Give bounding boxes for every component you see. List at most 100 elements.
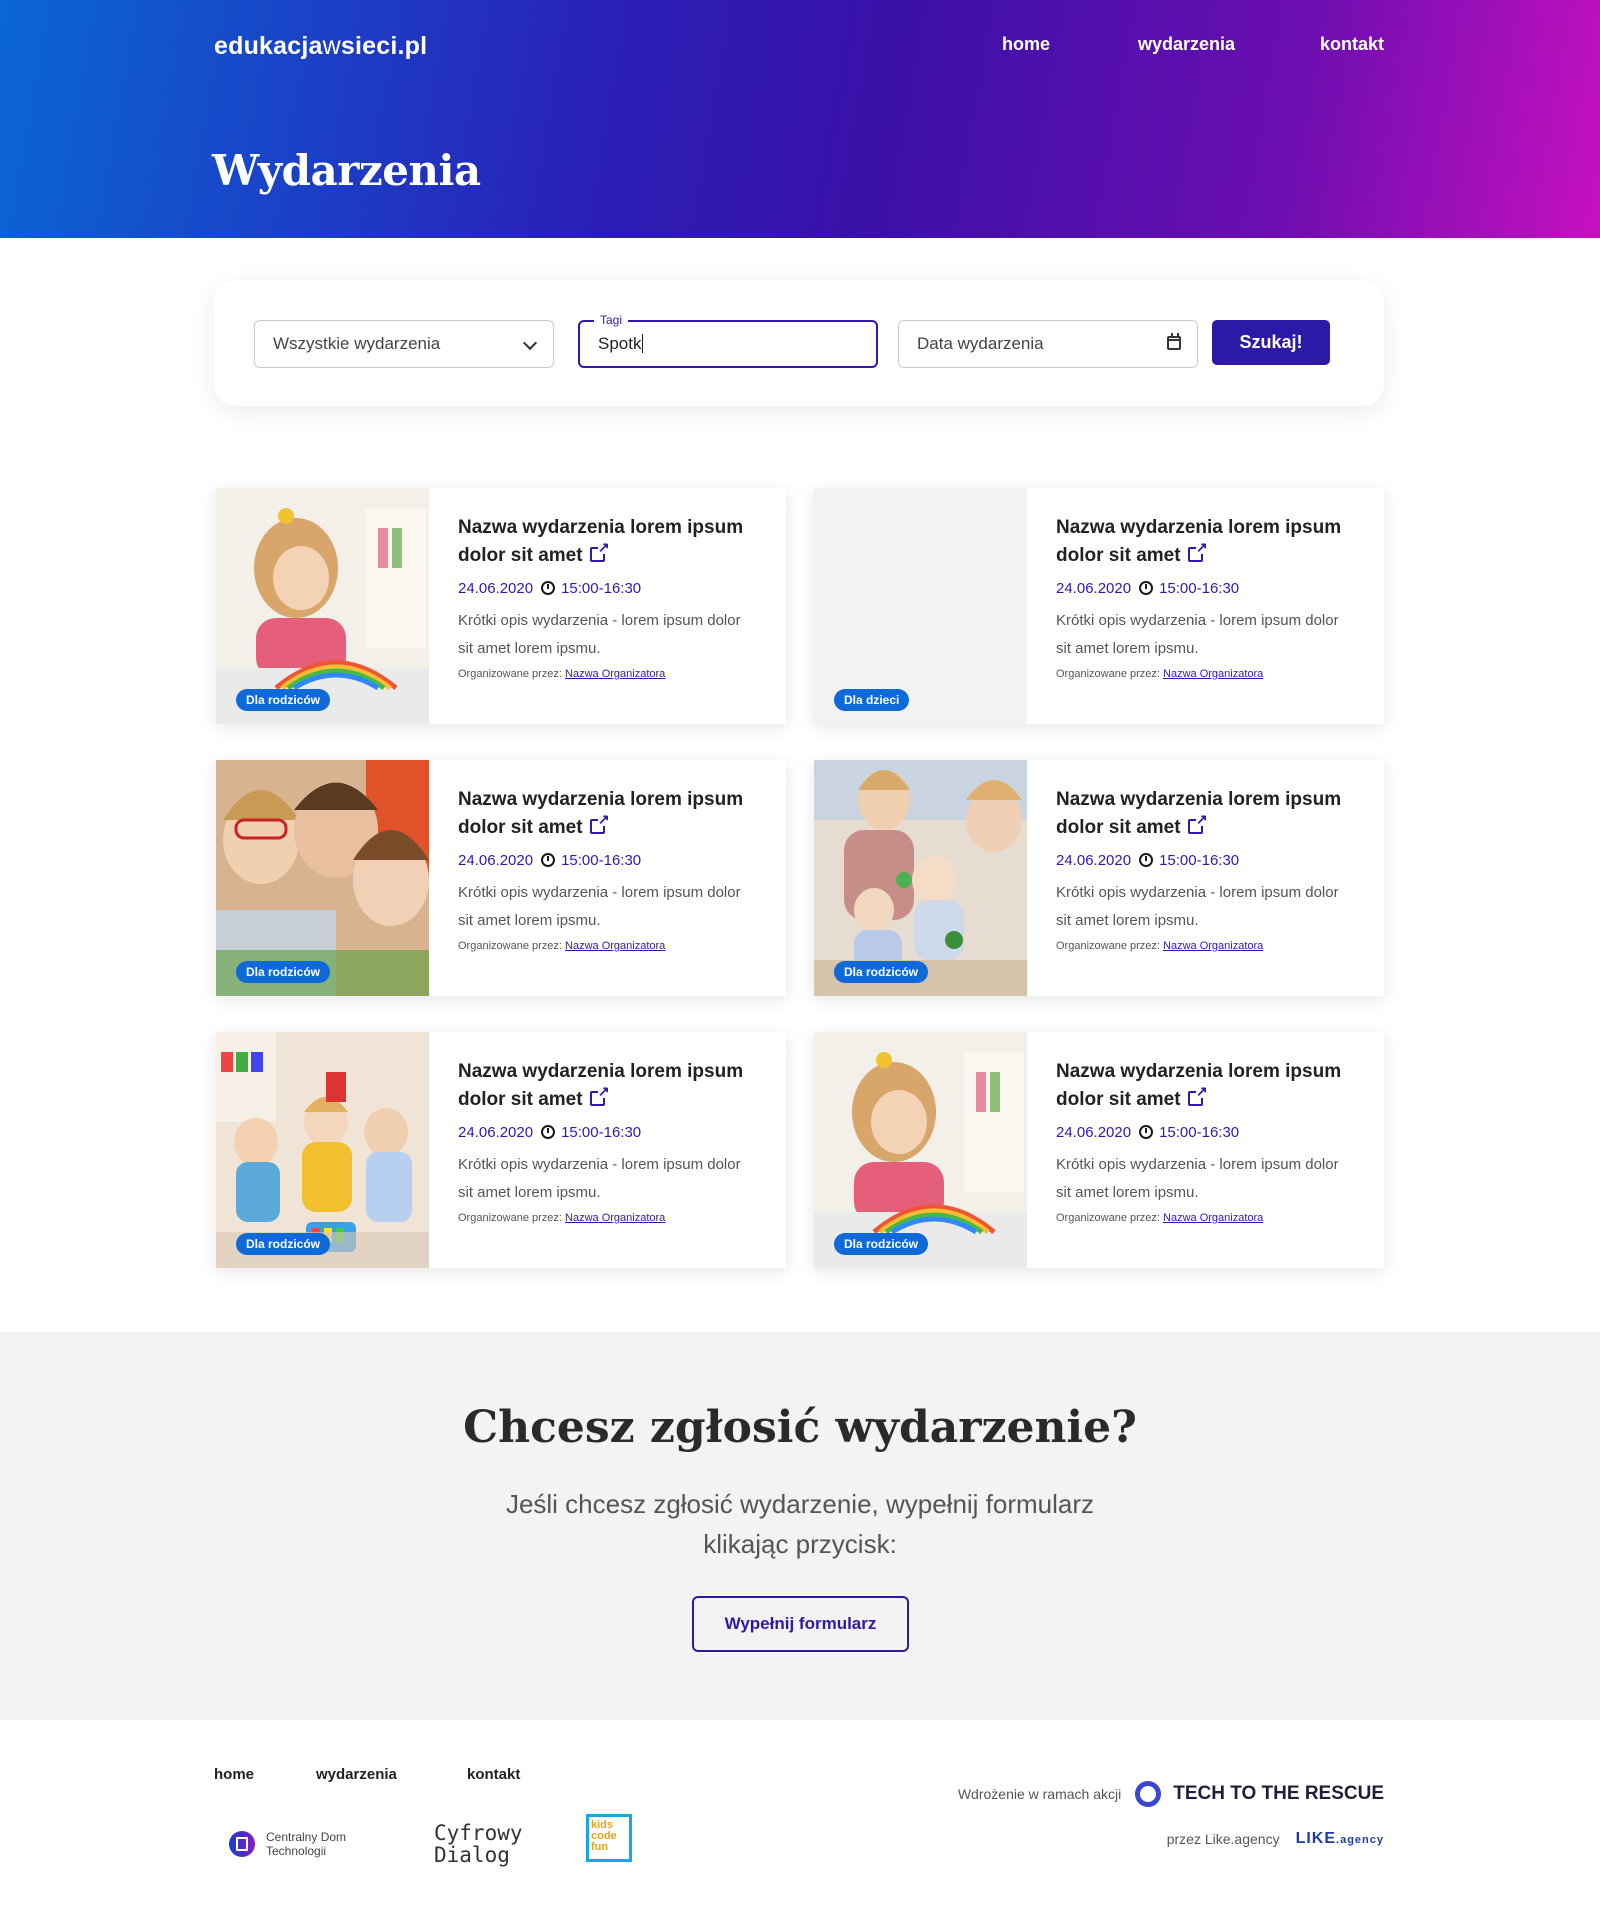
event-time: 15:00-16:30: [1159, 580, 1240, 597]
event-card[interactable]: Dla rodziców Nazwa wydarzenia lorem ipsu…: [216, 1032, 786, 1268]
tags-input-value: Spotk: [598, 334, 642, 353]
site-logo[interactable]: edukacjawsieci.pl: [214, 32, 427, 61]
organizer-label: Organizowane przez:: [458, 1212, 562, 1224]
lifebuoy-icon: [1135, 1781, 1162, 1807]
event-date: 24.06.2020: [1056, 1124, 1132, 1141]
event-time: 15:00-16:30: [1159, 1124, 1240, 1141]
event-image[interactable]: Dla rodziców: [814, 1032, 1027, 1268]
audience-badge: Dla rodziców: [236, 961, 331, 983]
event-image[interactable]: Dla dzieci: [814, 488, 1027, 724]
by-text: przez Like.agency: [1166, 1831, 1280, 1847]
organizer-link[interactable]: Nazwa Organizatora: [1163, 940, 1263, 952]
event-body: Nazwa wydarzenia lorem ipsum dolor sit a…: [1056, 1058, 1356, 1224]
audience-badge: Dla rodziców: [236, 689, 331, 711]
date-input[interactable]: Data wydarzenia: [898, 320, 1198, 368]
action-text: Wdrożenie w ramach akcji: [957, 1786, 1122, 1802]
event-body: Nazwa wydarzenia lorem ipsum dolor sit a…: [1056, 786, 1356, 952]
event-image[interactable]: Dla rodziców: [216, 1032, 429, 1268]
event-date: 24.06.2020: [458, 1124, 534, 1141]
event-description: Krótki opis wydarzenia - lorem ipsum dol…: [458, 612, 741, 657]
organizer-label: Organizowane przez:: [458, 940, 562, 952]
nav-home[interactable]: home: [1002, 34, 1050, 55]
event-image[interactable]: Dla rodziców: [216, 760, 429, 996]
event-image[interactable]: Dla rodziców: [814, 760, 1027, 996]
event-datetime: 24.06.2020 15:00-16:30: [1056, 580, 1356, 597]
date-placeholder: Data wydarzenia: [917, 334, 1044, 353]
external-link-icon[interactable]: [589, 1084, 610, 1106]
chevron-down-icon: [522, 335, 538, 351]
event-title[interactable]: Nazwa wydarzenia lorem ipsum dolor sit a…: [458, 514, 758, 570]
organizer-link[interactable]: Nazwa Organizatora: [565, 940, 665, 952]
event-title[interactable]: Nazwa wydarzenia lorem ipsum dolor sit a…: [458, 786, 758, 842]
audience-badge: Dla rodziców: [834, 961, 929, 983]
event-body: Nazwa wydarzenia lorem ipsum dolor sit a…: [458, 1058, 758, 1224]
event-organizer: Organizowane przez: Nazwa Organizatora: [1056, 1212, 1356, 1224]
clock-icon: [541, 1125, 556, 1139]
event-date: 24.06.2020: [1056, 852, 1132, 869]
footer-nav-wydarzenia[interactable]: wydarzenia: [316, 1766, 397, 1783]
event-title[interactable]: Nazwa wydarzenia lorem ipsum dolor sit a…: [1056, 786, 1356, 842]
hero-header: edukacjawsieci.pl home wydarzenia kontak…: [0, 0, 1600, 238]
external-link-icon[interactable]: [1187, 540, 1208, 562]
external-link-icon[interactable]: [1187, 812, 1208, 834]
category-select[interactable]: Wszystkie wydarzenia: [254, 320, 554, 368]
event-time: 15:00-16:30: [561, 1124, 642, 1141]
calendar-icon[interactable]: [1167, 333, 1181, 350]
nav-kontakt[interactable]: kontakt: [1320, 34, 1384, 55]
partner-centralny-dom-technologii[interactable]: Centralny Dom Technologii: [228, 1824, 368, 1869]
search-button[interactable]: Szukaj!: [1212, 320, 1330, 365]
event-title[interactable]: Nazwa wydarzenia lorem ipsum dolor sit a…: [1056, 514, 1356, 570]
partner-cyfrowy-dialog[interactable]: Cyfrowy Dialog: [434, 1822, 534, 1866]
audience-badge: Dla dzieci: [834, 689, 910, 711]
event-description: Krótki opis wydarzenia - lorem ipsum dol…: [1056, 612, 1339, 657]
event-body: Nazwa wydarzenia lorem ipsum dolor sit a…: [1056, 514, 1356, 680]
event-time: 15:00-16:30: [1159, 852, 1240, 869]
nav-wydarzenia[interactable]: wydarzenia: [1138, 34, 1235, 55]
external-link-icon[interactable]: [1187, 1084, 1208, 1106]
event-datetime: 24.06.2020 15:00-16:30: [458, 580, 758, 597]
page-title: Wydarzenia: [212, 146, 481, 195]
partner-kids-code-fun[interactable]: kids code fun: [586, 1814, 632, 1862]
event-description: Krótki opis wydarzenia - lorem ipsum dol…: [458, 1156, 741, 1201]
footer-nav-kontakt[interactable]: kontakt: [467, 1766, 520, 1783]
organizer-label: Organizowane przez:: [1056, 940, 1160, 952]
footer-nav-home[interactable]: home: [214, 1766, 254, 1783]
clock-icon: [541, 853, 556, 867]
external-link-icon[interactable]: [589, 540, 610, 562]
tags-input[interactable]: Tagi Spotk: [578, 311, 878, 368]
event-card[interactable]: Dla rodziców Nazwa wydarzenia lorem ipsu…: [814, 1032, 1384, 1268]
event-datetime: 24.06.2020 15:00-16:30: [1056, 852, 1356, 869]
clock-icon: [1139, 853, 1154, 867]
footer-action: Wdrożenie w ramach akcji TECH TO THE RES…: [958, 1781, 1384, 1807]
cta-text: Jeśli chcesz zgłosić wydarzenie, wypełni…: [505, 1489, 1095, 1559]
clock-icon: [1139, 1125, 1154, 1139]
organizer-link[interactable]: Nazwa Organizatora: [1163, 668, 1263, 680]
event-date: 24.06.2020: [1056, 580, 1132, 597]
category-select-value: Wszystkie wydarzenia: [273, 334, 441, 353]
tags-label: Tagi: [594, 311, 629, 329]
organizer-link[interactable]: Nazwa Organizatora: [565, 1212, 665, 1224]
event-date: 24.06.2020: [458, 580, 534, 597]
event-image[interactable]: Dla rodziców: [216, 488, 429, 724]
fill-form-button[interactable]: Wypełnij formularz: [692, 1596, 909, 1652]
event-card[interactable]: Dla rodziców Nazwa wydarzenia lorem ipsu…: [814, 760, 1384, 996]
organizer-link[interactable]: Nazwa Organizatora: [1163, 1212, 1263, 1224]
audience-badge: Dla rodziców: [236, 1233, 331, 1255]
tech-to-the-rescue-logo[interactable]: TECH TO THE RESCUE: [1173, 1783, 1384, 1805]
like-agency-logo[interactable]: LIKE.agency: [1296, 1830, 1384, 1848]
organizer-label: Organizowane przez:: [1056, 1212, 1160, 1224]
filter-bar: Wszystkie wydarzenia Tagi Spotk Data wyd…: [214, 280, 1384, 406]
cta-title: Chcesz zgłosić wydarzenie?: [463, 1402, 1137, 1453]
external-link-icon[interactable]: [589, 812, 610, 834]
organizer-label: Organizowane przez:: [1056, 668, 1160, 680]
event-body: Nazwa wydarzenia lorem ipsum dolor sit a…: [458, 514, 758, 680]
event-title[interactable]: Nazwa wydarzenia lorem ipsum dolor sit a…: [458, 1058, 758, 1114]
event-card[interactable]: Dla rodziców Nazwa wydarzenia lorem ipsu…: [216, 488, 786, 724]
event-datetime: 24.06.2020 15:00-16:30: [1056, 1124, 1356, 1141]
event-organizer: Organizowane przez: Nazwa Organizatora: [458, 940, 758, 952]
audience-badge: Dla rodziców: [834, 1233, 929, 1255]
organizer-link[interactable]: Nazwa Organizatora: [565, 668, 665, 680]
event-card[interactable]: Dla dzieci Nazwa wydarzenia lorem ipsum …: [814, 488, 1384, 724]
event-title[interactable]: Nazwa wydarzenia lorem ipsum dolor sit a…: [1056, 1058, 1356, 1114]
event-card[interactable]: Dla rodziców Nazwa wydarzenia lorem ipsu…: [216, 760, 786, 996]
